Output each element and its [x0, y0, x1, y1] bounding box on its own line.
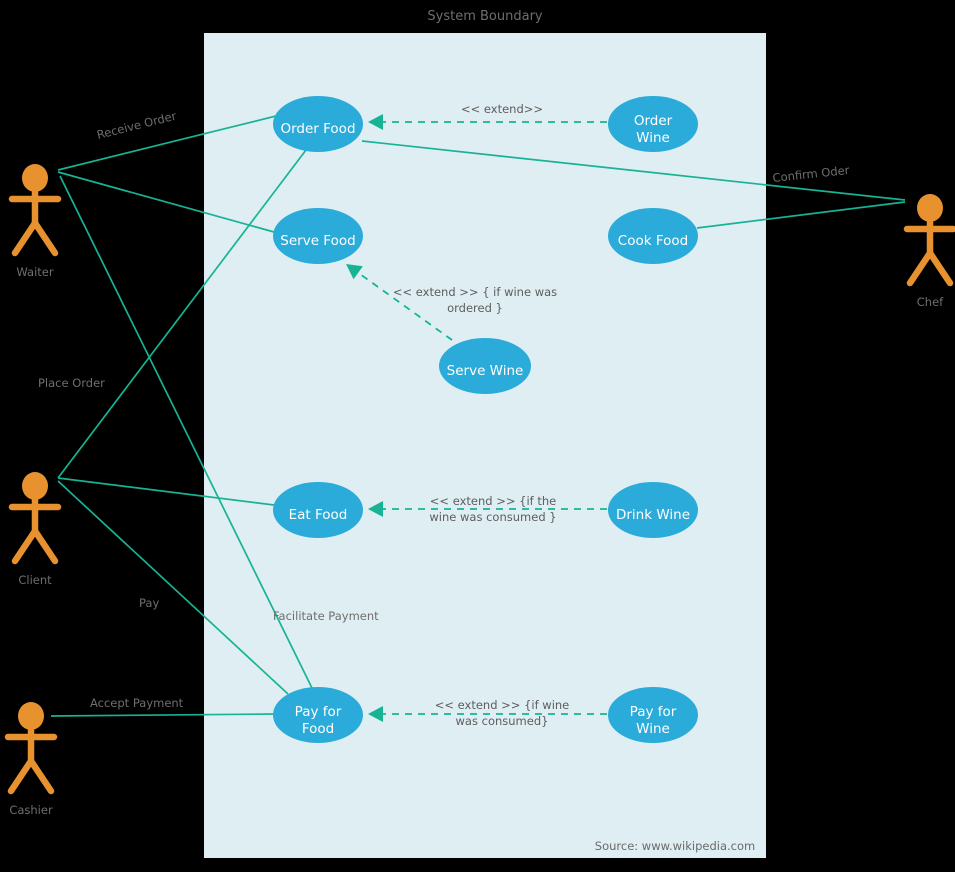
use-case-pay-for-wine[interactable]: Pay for Wine — [608, 687, 698, 743]
actor-right-leg-icon — [31, 219, 59, 257]
use-case-pay-for-food[interactable]: Pay for Food — [273, 687, 363, 743]
system-boundary-title: System Boundary — [427, 9, 543, 24]
actor-right-leg-icon — [27, 757, 55, 795]
use-case-cook-food[interactable]: Cook Food — [608, 208, 698, 264]
actor-head-icon — [22, 164, 48, 192]
use-case-label-cook-food: Cook Food — [618, 233, 688, 249]
use-case-serve-food[interactable]: Serve Food — [273, 208, 363, 264]
use-case-label-pay-for-wine: Pay for Wine — [630, 704, 677, 737]
use-case-label-serve-food: Serve Food — [280, 233, 355, 249]
actor-left-leg-icon — [7, 757, 35, 795]
use-case-label-serve-wine: Serve Wine — [447, 363, 524, 379]
source-credit: Source: www.wikipedia.com — [595, 839, 755, 853]
actor-waiter[interactable]: Waiter — [8, 164, 62, 279]
diagram-canvas: System Boundary Order Food Order Wine Serve… — [0, 0, 955, 872]
actor-label-chef: Chef — [917, 295, 944, 309]
use-case-drink-wine[interactable]: Drink Wine — [608, 482, 698, 538]
association-label-confirm-oder: Confirm Oder — [772, 163, 850, 185]
actor-cashier[interactable]: Cashier — [4, 702, 58, 817]
association-label-facilitate-payment: Facilitate Payment — [273, 609, 379, 623]
association-label-receive-order: Receive Order — [95, 109, 178, 142]
use-case-label-drink-wine: Drink Wine — [616, 507, 690, 523]
actor-chef[interactable]: Chef — [903, 194, 955, 309]
association-label-pay: Pay — [139, 596, 159, 610]
use-case-serve-wine[interactable]: Serve Wine — [439, 338, 531, 394]
use-case-eat-food[interactable]: Eat Food — [273, 482, 363, 538]
use-case-label-order-food: Order Food — [280, 121, 355, 137]
association-label-place-order: Place Order — [38, 376, 105, 390]
use-case-label-order-wine: Order Wine — [634, 113, 673, 146]
actor-head-icon — [917, 194, 943, 222]
use-case-diagram: System Boundary Order Food Order Wine Serve… — [4, 9, 955, 858]
actor-head-icon — [22, 472, 48, 500]
actor-right-leg-icon — [31, 527, 59, 565]
actor-label-cashier: Cashier — [9, 803, 53, 817]
association-label-accept-payment: Accept Payment — [90, 696, 184, 710]
use-case-order-food[interactable]: Order Food — [273, 96, 363, 152]
actor-client[interactable]: Client — [8, 472, 62, 587]
actor-label-waiter: Waiter — [16, 265, 53, 279]
actor-left-leg-icon — [11, 527, 39, 565]
actor-left-leg-icon — [906, 249, 934, 287]
actor-left-leg-icon — [11, 219, 39, 257]
actor-right-leg-icon — [926, 249, 954, 287]
use-case-order-wine[interactable]: Order Wine — [608, 96, 698, 152]
actor-head-icon — [18, 702, 44, 730]
extend-label-order-wine-extends-order-food: << extend>> — [461, 102, 543, 116]
actor-label-client: Client — [18, 573, 52, 587]
use-case-label-eat-food: Eat Food — [289, 507, 348, 523]
